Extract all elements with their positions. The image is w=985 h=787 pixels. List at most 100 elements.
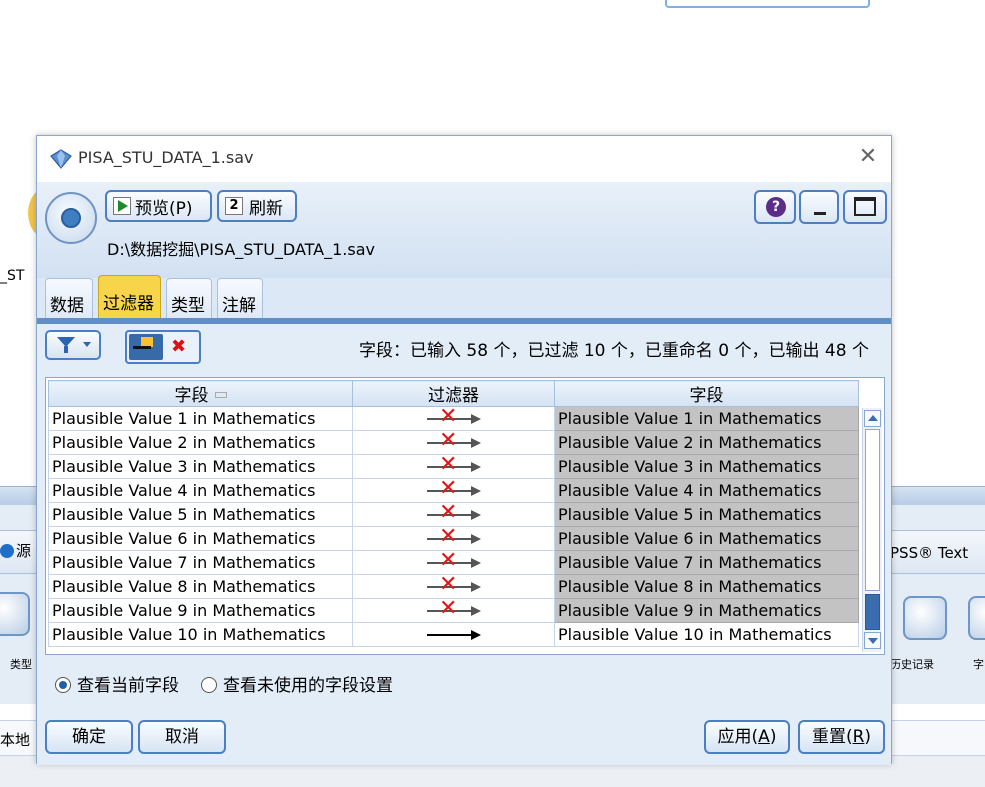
- tab-annotations[interactable]: 注解: [217, 278, 263, 318]
- input-field-cell[interactable]: Plausible Value 3 in Mathematics: [48, 454, 353, 479]
- preview-label: 预览(P): [135, 198, 193, 219]
- input-field-cell[interactable]: Plausible Value 1 in Mathematics: [48, 406, 353, 431]
- pass-all-fields-button[interactable]: [129, 334, 163, 360]
- filtered-arrow-icon: ✕: [427, 477, 483, 501]
- radio-unchecked-icon[interactable]: [201, 677, 217, 693]
- table-row[interactable]: Plausible Value 9 in Mathematics ✕ Plausib…: [48, 597, 859, 623]
- refresh-button[interactable]: 2 刷新: [217, 190, 297, 222]
- filter-toggle-cell[interactable]: ✕: [352, 477, 555, 503]
- filter-node-dialog: PISA_STU_DATA_1.sav ✕ 预览(P) 2 刷新 D:\数据挖掘…: [36, 135, 892, 765]
- filter-toggle-cell[interactable]: ✕: [352, 549, 555, 575]
- table-row[interactable]: Plausible Value 6 in Mathematics ✕ Plausib…: [48, 525, 859, 551]
- input-field-cell[interactable]: Plausible Value 7 in Mathematics: [48, 550, 353, 575]
- table-row[interactable]: Plausible Value 4 in Mathematics ✕ Plausib…: [48, 477, 859, 503]
- table-row[interactable]: Plausible Value 2 in Mathematics ✕ Plausib…: [48, 429, 859, 455]
- input-field-cell[interactable]: Plausible Value 4 in Mathematics: [48, 478, 353, 503]
- output-field-cell[interactable]: Plausible Value 6 in Mathematics: [554, 526, 859, 551]
- output-field-cell[interactable]: Plausible Value 1 in Mathematics: [554, 406, 859, 431]
- table-row[interactable]: Plausible Value 5 in Mathematics ✕ Plausib…: [48, 501, 859, 527]
- input-field-cell[interactable]: Plausible Value 9 in Mathematics: [48, 598, 353, 623]
- output-field-cell[interactable]: Plausible Value 3 in Mathematics: [554, 454, 859, 479]
- refresh-icon: 2: [225, 197, 243, 215]
- filter-toggle-cell[interactable]: ✕: [352, 525, 555, 551]
- ok-button[interactable]: 确定: [45, 720, 133, 754]
- output-field-cell[interactable]: Plausible Value 7 in Mathematics: [554, 550, 859, 575]
- file-path: D:\数据挖掘\PISA_STU_DATA_1.sav: [107, 240, 375, 259]
- filtered-arrow-icon: ✕: [427, 453, 483, 477]
- play-icon: [113, 197, 131, 215]
- minimize-button[interactable]: [799, 190, 839, 224]
- dialog-tabs: 数据 过滤器 类型 注解: [37, 275, 891, 318]
- background-tab-text-analytics[interactable]: PSS® Text: [890, 544, 968, 562]
- filter-mode-toggle: ✖: [125, 330, 201, 364]
- input-field-cell[interactable]: Plausible Value 2 in Mathematics: [48, 430, 353, 455]
- filter-options-dropdown[interactable]: [45, 330, 101, 360]
- help-button[interactable]: ?: [754, 190, 796, 224]
- type-node-label: 类型: [10, 658, 32, 671]
- column-header-output-field[interactable]: 字段: [554, 380, 859, 407]
- view-current-fields-option[interactable]: 查看当前字段: [55, 671, 179, 696]
- view-unused-fields-option[interactable]: 查看未使用的字段设置: [201, 671, 393, 696]
- table-row[interactable]: Plausible Value 7 in Mathematics ✕ Plausib…: [48, 549, 859, 575]
- background-tab-sources[interactable]: 源: [0, 540, 31, 561]
- minimize-icon: [814, 212, 826, 215]
- input-field-cell[interactable]: Plausible Value 10 in Mathematics: [48, 622, 353, 647]
- dialog-title: PISA_STU_DATA_1.sav: [78, 148, 254, 167]
- radio-checked-icon[interactable]: [55, 677, 71, 693]
- output-field-cell[interactable]: Plausible Value 10 in Mathematics: [554, 622, 859, 647]
- filtered-arrow-icon: ✕: [427, 573, 483, 597]
- table-row[interactable]: Plausible Value 10 in Mathematics Plausib…: [48, 622, 859, 647]
- table-row[interactable]: Plausible Value 8 in Mathematics ✕ Plausib…: [48, 573, 859, 599]
- output-field-cell[interactable]: Plausible Value 4 in Mathematics: [554, 478, 859, 503]
- next-node-icon[interactable]: [968, 596, 985, 640]
- filter-toggle-cell[interactable]: ✕: [352, 573, 555, 599]
- filtered-arrow-icon: ✕: [427, 525, 483, 549]
- cancel-button[interactable]: 取消: [138, 720, 226, 754]
- filter-toggle-cell[interactable]: ✕: [352, 501, 555, 527]
- filter-toggle-cell[interactable]: [352, 622, 555, 647]
- table-row[interactable]: Plausible Value 1 in Mathematics ✕ Plausib…: [48, 405, 859, 431]
- filtered-arrow-icon: ✕: [427, 405, 483, 429]
- dialog-titlebar[interactable]: PISA_STU_DATA_1.sav ✕: [37, 136, 891, 182]
- scrollbar-thumb[interactable]: [865, 594, 880, 630]
- refresh-label: 刷新: [249, 198, 283, 219]
- background-fragment-text: _ST: [0, 268, 25, 284]
- diamond-node-icon: [50, 149, 72, 169]
- history-node-label: 历史记录: [890, 658, 934, 671]
- vertical-scrollbar[interactable]: [862, 408, 882, 652]
- scroll-down-icon[interactable]: [864, 632, 881, 649]
- output-field-cell[interactable]: Plausible Value 9 in Mathematics: [554, 598, 859, 623]
- input-field-cell[interactable]: Plausible Value 5 in Mathematics: [48, 502, 353, 527]
- discard-all-fields-button[interactable]: ✖: [165, 334, 199, 360]
- output-field-cell[interactable]: Plausible Value 5 in Mathematics: [554, 502, 859, 527]
- background-tab-label: 源: [16, 542, 32, 560]
- output-field-cell[interactable]: Plausible Value 2 in Mathematics: [554, 430, 859, 455]
- filter-toggle-cell[interactable]: ✕: [352, 405, 555, 431]
- column-header-filter[interactable]: 过滤器: [352, 380, 555, 407]
- scroll-up-icon[interactable]: [864, 410, 881, 427]
- apply-button[interactable]: 应用(A): [704, 720, 790, 754]
- input-field-cell[interactable]: Plausible Value 8 in Mathematics: [48, 574, 353, 599]
- scrollbar-track[interactable]: [865, 429, 880, 591]
- close-icon[interactable]: ✕: [857, 146, 879, 168]
- filter-toggle-cell[interactable]: ✕: [352, 429, 555, 455]
- filter-toggle-cell[interactable]: ✕: [352, 453, 555, 479]
- pass-arrow-icon: [133, 346, 151, 349]
- tab-type[interactable]: 类型: [166, 278, 212, 318]
- filter-toggle-cell[interactable]: ✕: [352, 597, 555, 623]
- history-node-icon[interactable]: [903, 596, 947, 640]
- type-node-icon[interactable]: [0, 592, 30, 636]
- background-search-box: [665, 0, 870, 8]
- filter-table: 字段 过滤器 字段 Plausible Value 1 in Mathemati…: [45, 377, 885, 655]
- tab-filter[interactable]: 过滤器: [98, 275, 161, 318]
- reset-button[interactable]: 重置(R): [798, 720, 885, 754]
- maximize-button[interactable]: [843, 190, 887, 224]
- chevron-down-icon: [83, 342, 91, 347]
- input-field-cell[interactable]: Plausible Value 6 in Mathematics: [48, 526, 353, 551]
- tab-data[interactable]: 数据: [45, 278, 93, 318]
- preview-button[interactable]: 预览(P): [105, 190, 212, 222]
- output-field-cell[interactable]: Plausible Value 8 in Mathematics: [554, 574, 859, 599]
- table-row[interactable]: Plausible Value 3 in Mathematics ✕ Plausib…: [48, 453, 859, 479]
- column-header-input-field[interactable]: 字段: [48, 380, 353, 407]
- filtered-arrow-icon: ✕: [427, 549, 483, 573]
